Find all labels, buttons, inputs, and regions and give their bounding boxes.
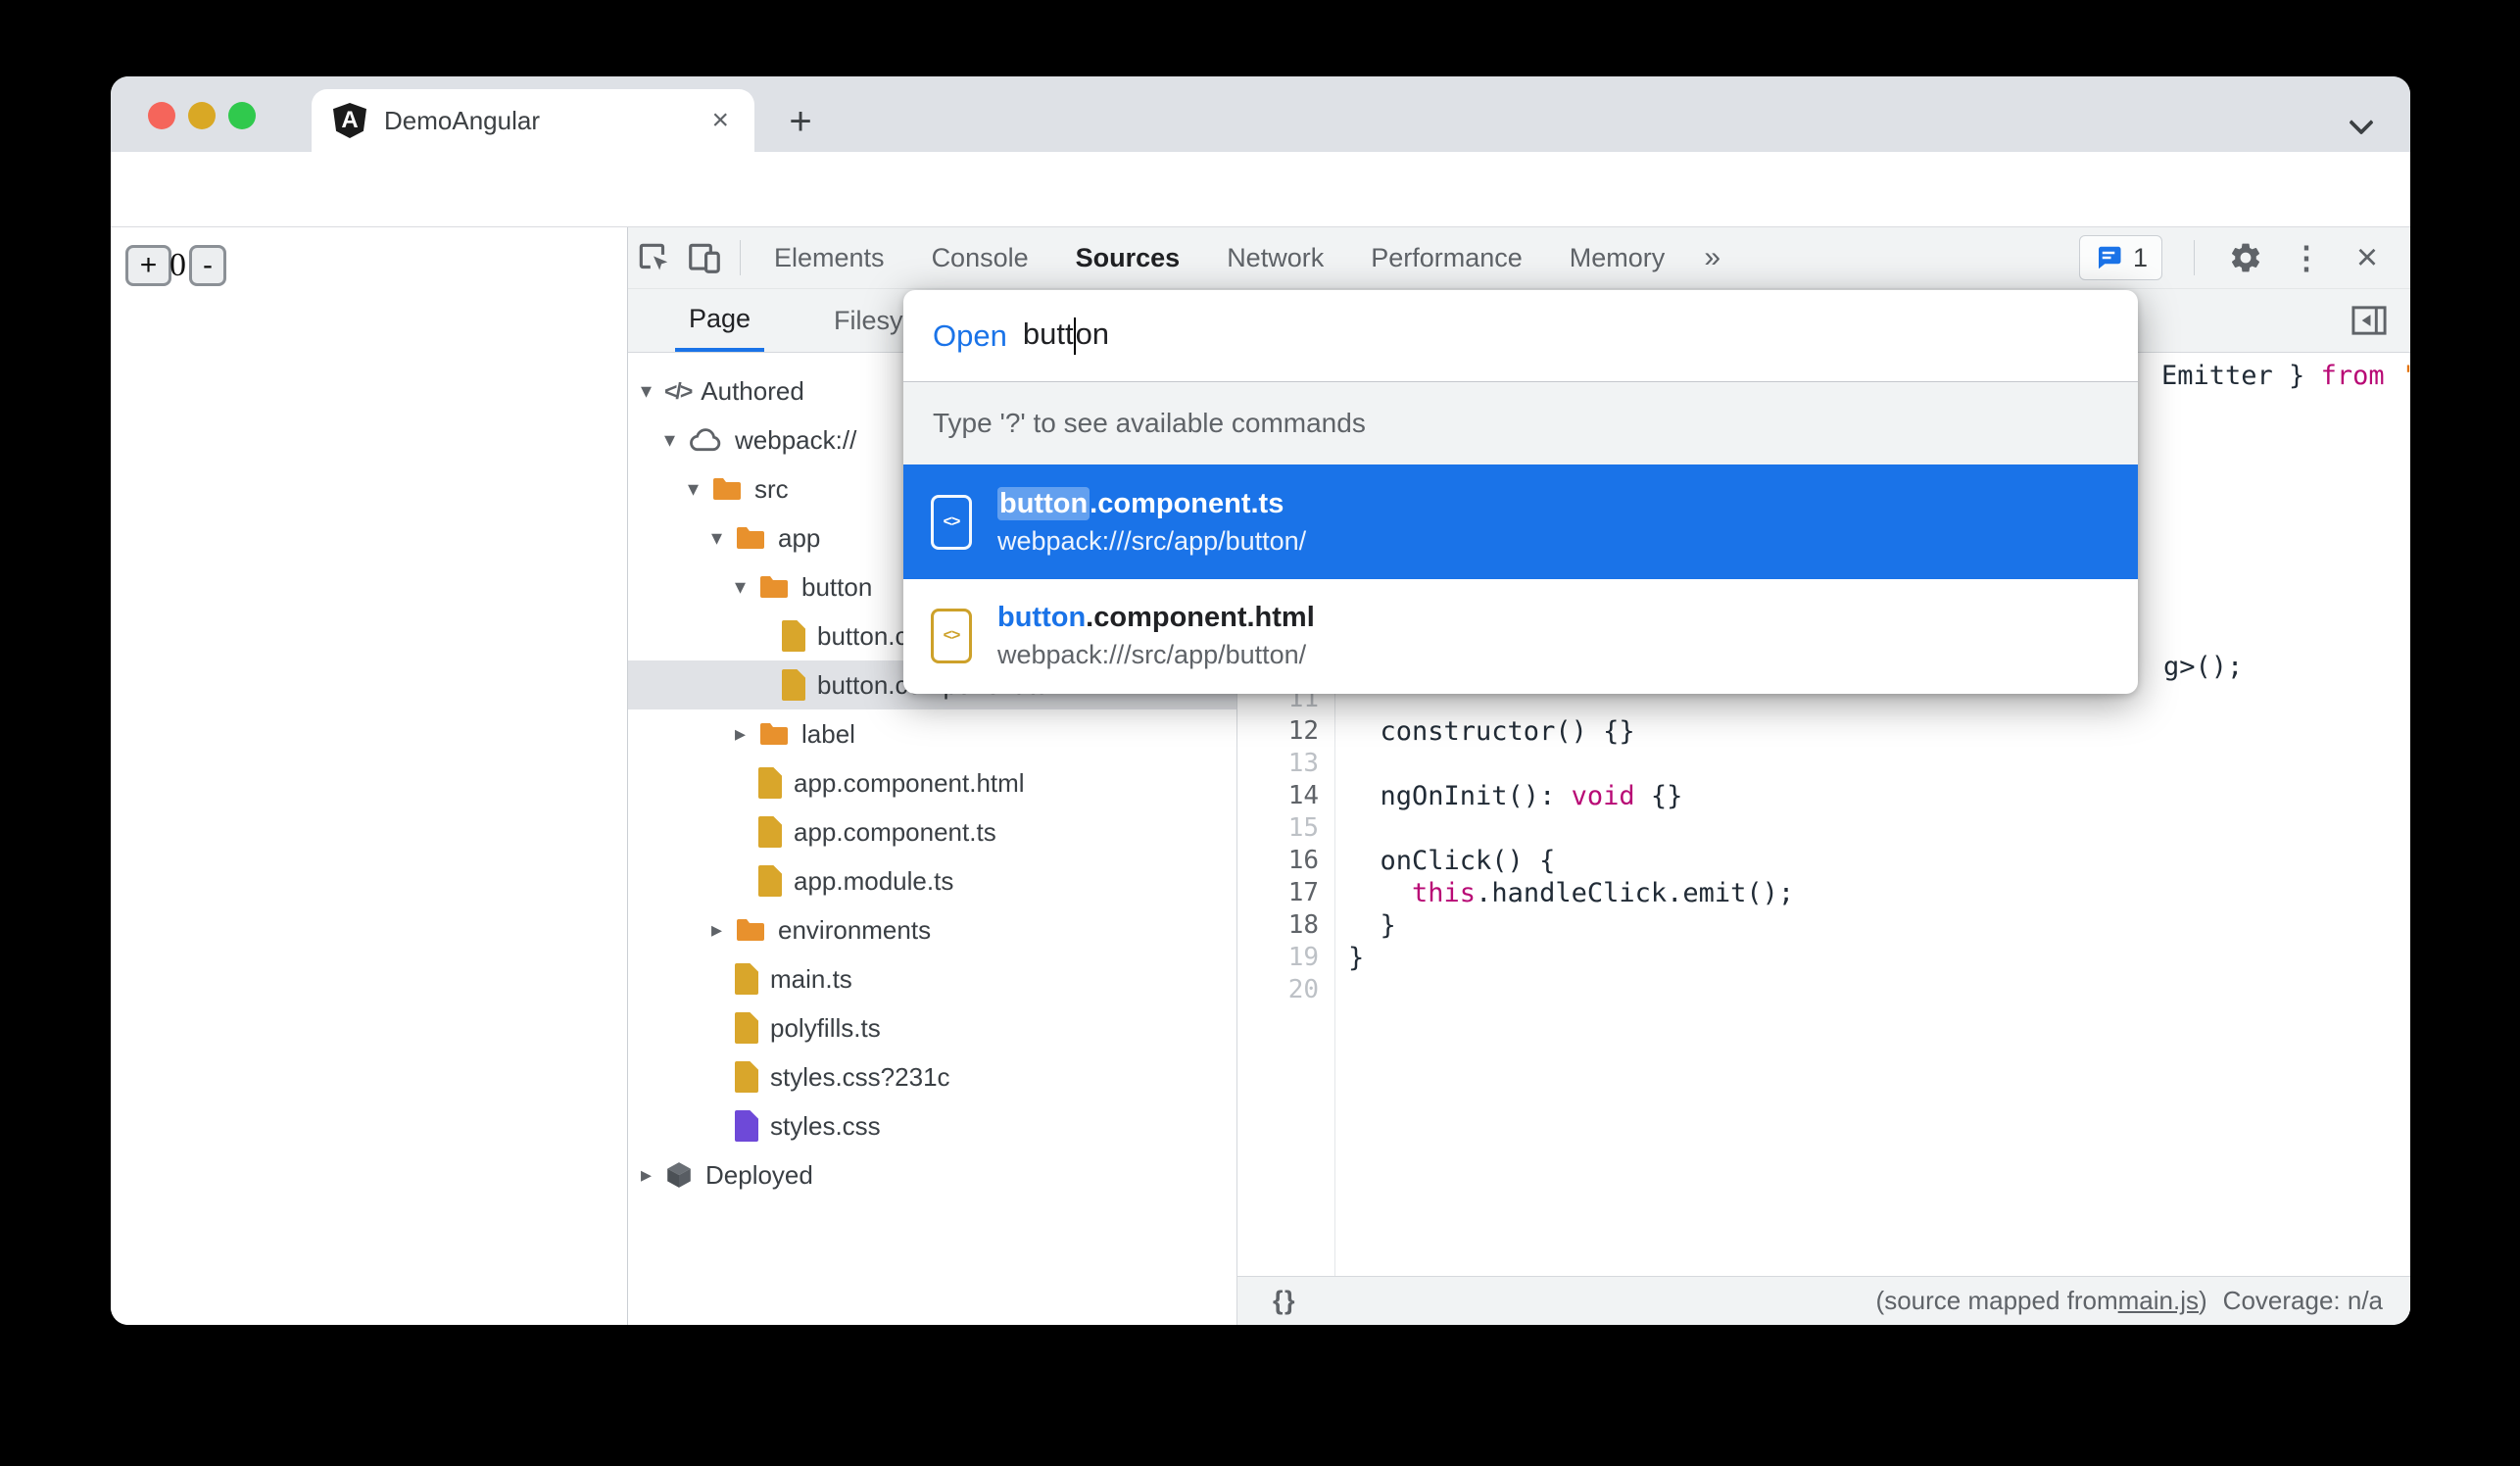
inspect-element-icon[interactable] xyxy=(628,232,679,283)
tree-item-deployed[interactable]: ▸ Deployed xyxy=(628,1150,1236,1199)
chevron-down-icon[interactable]: ▾ xyxy=(641,378,664,404)
minimize-window-button[interactable] xyxy=(188,102,216,129)
chevron-down-icon[interactable]: ▾ xyxy=(664,427,688,453)
quick-open-hint: Type '?' to see available commands xyxy=(903,382,2138,464)
cloud-icon xyxy=(688,427,723,453)
devtools-close-icon[interactable]: × xyxy=(2348,237,2387,278)
code-line-17: this.handleClick.emit(); xyxy=(1412,878,1795,908)
browser-tab-bar: A DemoAngular × + xyxy=(111,76,2410,152)
chevron-right-icon[interactable]: ▸ xyxy=(711,917,735,943)
tab-title: DemoAngular xyxy=(384,105,540,135)
code-line-12: constructor() {} xyxy=(1348,716,1635,747)
chevron-down-icon[interactable]: ▾ xyxy=(711,525,735,551)
chevron-down-icon[interactable]: ▾ xyxy=(688,476,711,502)
folder-icon xyxy=(758,721,790,747)
tab-memory[interactable]: Memory xyxy=(1546,227,1689,289)
devtools-menu-kebab-icon[interactable]: ⋮ xyxy=(2287,238,2326,277)
tree-item-polyfills-ts[interactable]: polyfills.ts xyxy=(628,1003,1236,1052)
file-icon xyxy=(758,865,782,897)
authored-code-icon: </> xyxy=(664,377,693,404)
close-window-button[interactable] xyxy=(148,102,175,129)
source-map-text: (source mapped from xyxy=(1875,1286,2118,1315)
folder-icon xyxy=(735,917,766,943)
file-icon xyxy=(758,816,782,848)
folder-icon xyxy=(758,574,790,600)
tab-console[interactable]: Console xyxy=(908,227,1052,289)
gear-icon[interactable] xyxy=(2226,238,2265,277)
issues-button[interactable]: 1 xyxy=(2078,235,2162,280)
browser-window: A DemoAngular × + ← → ↻ i localhost:4200… xyxy=(111,76,2410,1325)
quick-open-mode-label: Open xyxy=(933,318,1007,353)
pretty-print-button[interactable]: { } xyxy=(1273,1286,1294,1316)
issues-count: 1 xyxy=(2132,242,2148,272)
coverage-status: Coverage: n/a xyxy=(2222,1286,2383,1315)
code-line-14: ngOnInit(): void {} xyxy=(1348,781,1683,811)
decrement-button[interactable]: - xyxy=(189,245,226,286)
angular-favicon-icon: A xyxy=(333,103,366,138)
html-file-icon: <> xyxy=(931,609,972,663)
page-content: + 0 - xyxy=(111,227,627,1325)
hide-navigator-icon[interactable] xyxy=(2350,303,2388,338)
tab-network[interactable]: Network xyxy=(1203,227,1347,289)
tree-item-environments[interactable]: ▸ environments xyxy=(628,905,1236,954)
tab-close-icon[interactable]: × xyxy=(707,104,733,137)
tree-item-app-component-ts[interactable]: app.component.ts xyxy=(628,807,1236,856)
quick-open-query: button xyxy=(1023,317,1109,355)
stylesheet-file-icon xyxy=(735,1110,758,1142)
browser-toolbar: ← → ↻ i localhost:4200 ☆ OG ⋮ xyxy=(111,152,2410,293)
toolbar-divider xyxy=(740,240,741,275)
tab-sources[interactable]: Sources xyxy=(1052,227,1204,289)
devtools-toolbar: Elements Console Sources Network Perform… xyxy=(628,227,2410,289)
file-icon xyxy=(735,1061,758,1093)
tree-item-styles-css[interactable]: styles.css xyxy=(628,1101,1236,1150)
chevron-right-icon[interactable]: ▸ xyxy=(735,721,758,747)
code-line-10-fragment: g>(); xyxy=(2163,652,2244,682)
tree-item-styles-css-query[interactable]: styles.css?231c xyxy=(628,1052,1236,1101)
tree-item-app-module-ts[interactable]: app.module.ts xyxy=(628,856,1236,905)
device-toolbar-icon[interactable] xyxy=(679,232,730,283)
screenshot-canvas: A DemoAngular × + ← → ↻ i localhost:4200… xyxy=(0,0,2520,1466)
chevron-down-icon[interactable]: ▾ xyxy=(735,574,758,600)
file-icon xyxy=(735,963,758,995)
quick-open-input[interactable]: Open button xyxy=(903,290,2138,382)
tree-item-app-component-html[interactable]: app.component.html xyxy=(628,758,1236,807)
tab-search-chevron-icon[interactable] xyxy=(2350,112,2372,133)
folder-icon xyxy=(711,476,743,502)
issues-bubble-icon xyxy=(2098,246,2121,269)
file-icon xyxy=(782,620,805,652)
file-icon xyxy=(758,767,782,799)
browser-tab[interactable]: A DemoAngular × xyxy=(312,89,754,152)
folder-icon xyxy=(735,525,766,551)
tree-item-main-ts[interactable]: main.ts xyxy=(628,954,1236,1003)
tab-elements[interactable]: Elements xyxy=(751,227,908,289)
tab-performance[interactable]: Performance xyxy=(1347,227,1546,289)
more-tabs-icon[interactable]: » xyxy=(1688,241,1736,274)
editor-status-bar: { } (source mapped from main.js) Coverag… xyxy=(1237,1276,2410,1325)
maximize-window-button[interactable] xyxy=(228,102,256,129)
code-line-19: } xyxy=(1348,943,1365,973)
file-icon xyxy=(782,669,805,701)
navigator-tab-page[interactable]: Page xyxy=(675,289,765,352)
new-tab-button[interactable]: + xyxy=(781,102,820,141)
chevron-right-icon[interactable]: ▸ xyxy=(641,1162,664,1188)
tree-item-label-folder[interactable]: ▸ label xyxy=(628,709,1236,758)
quick-open-result[interactable]: <> button.component.html webpack:///src/… xyxy=(903,579,2138,693)
quick-open-result-selected[interactable]: <> button.component.ts webpack:///src/ap… xyxy=(903,464,2138,579)
quick-open-dialog: Open button Type '?' to see available co… xyxy=(903,290,2138,694)
typescript-file-icon: <> xyxy=(931,494,972,550)
cube-icon xyxy=(664,1160,694,1190)
counter-value: 0 xyxy=(170,247,186,283)
code-line-18: } xyxy=(1348,910,1396,941)
file-icon xyxy=(735,1012,758,1044)
code-line-1-fragment: Emitter } from '@a xyxy=(2161,361,2410,391)
source-map-link[interactable]: main.js xyxy=(2118,1286,2199,1316)
code-line-16: onClick() { xyxy=(1348,846,1556,876)
increment-button[interactable]: + xyxy=(125,245,171,286)
